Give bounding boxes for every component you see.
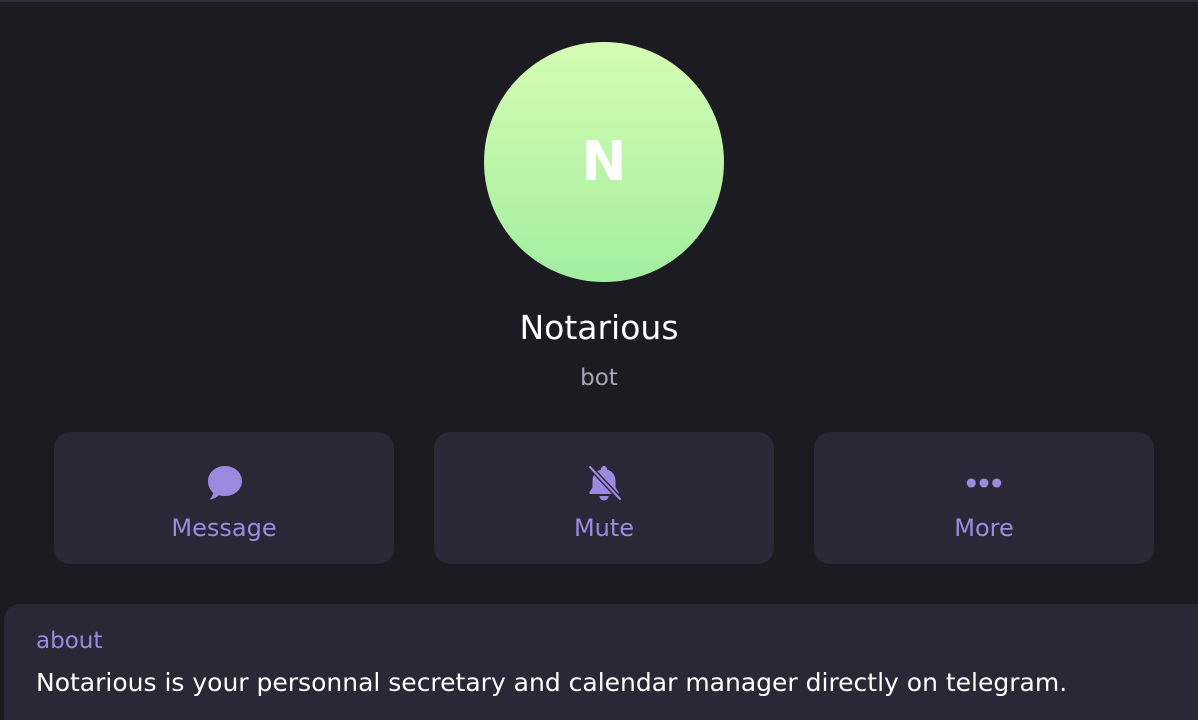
chat-bubble-icon [204,463,244,503]
message-button-label: Message [171,514,277,542]
about-text: Notarious is your personnal secretary an… [36,668,1068,697]
profile-status: bot [580,365,618,391]
bell-slash-icon [584,463,624,503]
ellipsis-icon [964,463,1004,503]
profile-name: Notarious [519,308,679,347]
about-section: about Notarious is your personnal secret… [4,604,1198,720]
mute-button-label: Mute [573,514,635,542]
mute-button[interactable]: Mute [434,432,774,564]
more-button-label: More [954,514,1014,542]
about-label: about [36,628,103,654]
profile-page: N Notarious bot Message Mute More about … [0,0,1198,720]
more-button[interactable]: More [814,432,1154,564]
avatar-initial: N [581,130,627,193]
avatar[interactable]: N [484,42,724,282]
message-button[interactable]: Message [54,432,394,564]
